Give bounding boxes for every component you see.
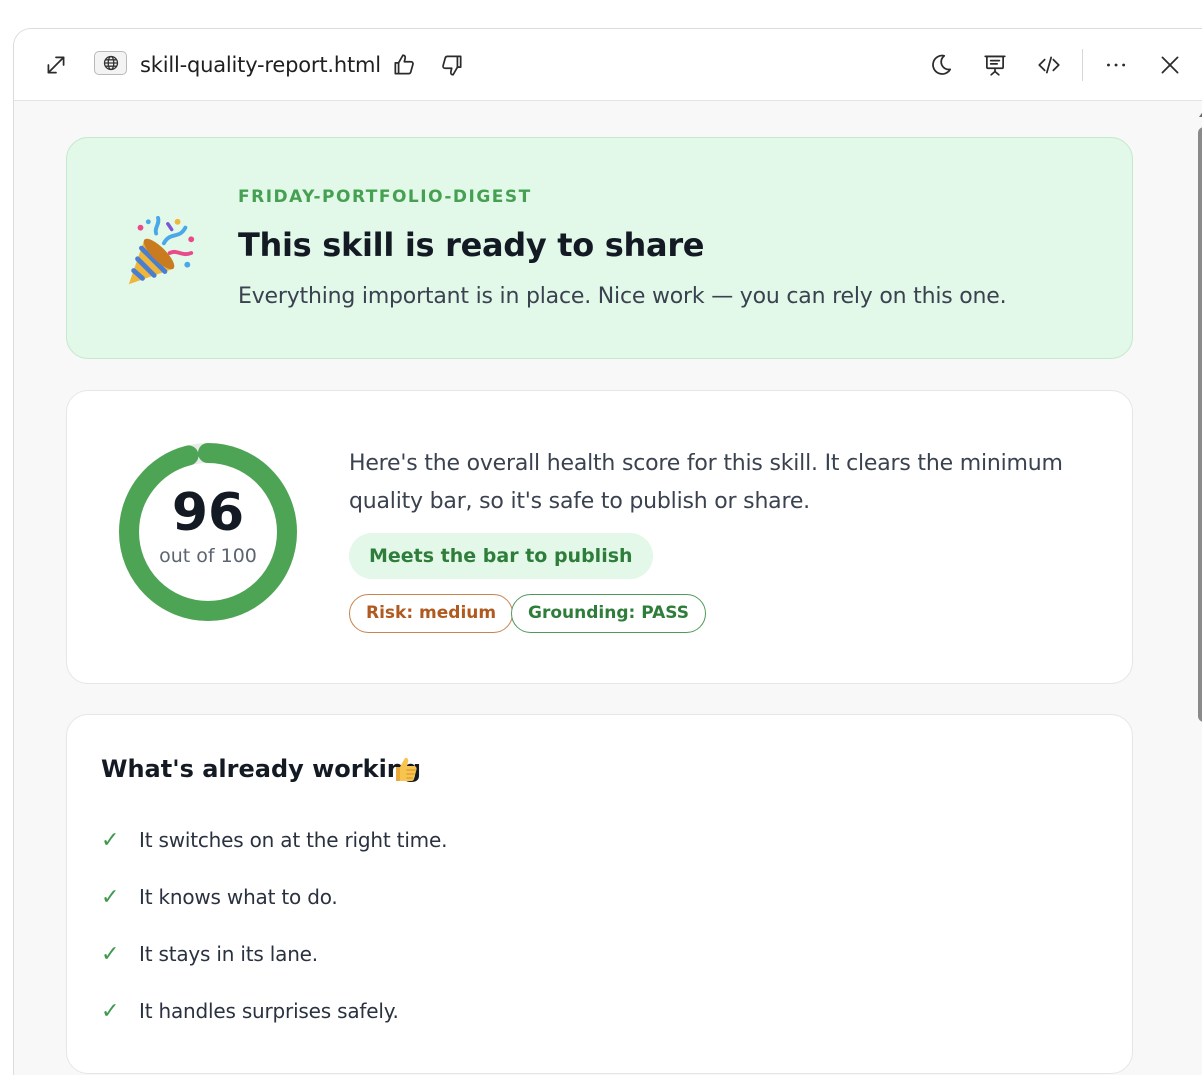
list-item: ✓ It switches on at the right time. [101, 825, 447, 855]
thumbs-up-outline-icon [394, 54, 414, 75]
skill-name: FRIDAY-PORTFOLIO-DIGEST [238, 187, 532, 207]
list-item: ✓ It stays in its lane. [101, 939, 318, 969]
code-icon [1038, 56, 1060, 74]
check-icon: ✓ [101, 827, 120, 853]
more-options-button[interactable] [1100, 49, 1132, 81]
title-bar: skill-quality-report.html [14, 29, 1202, 101]
file-title: skill-quality-report.html [140, 53, 381, 77]
banner-title: This skill is ready to share [238, 226, 705, 264]
banner-subtitle: Everything important is in place. Nice w… [238, 284, 1007, 309]
grounding-badge: Grounding: PASS [511, 594, 706, 633]
close-icon [1161, 56, 1179, 74]
toolbar-divider [1082, 49, 1083, 81]
globe-icon [103, 55, 118, 71]
expand-icon [47, 56, 65, 74]
close-button[interactable] [1154, 49, 1186, 81]
check-icon: ✓ [101, 884, 120, 910]
thumbs-down-outline-icon [442, 55, 462, 76]
list-item-text: It switches on at the right time. [139, 828, 448, 852]
more-horizontal-icon [1107, 63, 1126, 67]
thumbs-up-icon [396, 757, 417, 781]
list-item-text: It knows what to do. [139, 885, 338, 909]
check-icon: ✓ [101, 998, 120, 1024]
list-item: ✓ It knows what to do. [101, 882, 338, 912]
presentation-icon [984, 55, 1006, 76]
thumbs-up-button[interactable] [388, 49, 420, 81]
thumbs-down-button[interactable] [436, 49, 468, 81]
ready-banner: FRIDAY-PORTFOLIO-DIGEST This skill is re… [66, 137, 1133, 359]
scrollbar-thumb[interactable] [1198, 127, 1202, 722]
present-button[interactable] [979, 49, 1011, 81]
check-icon: ✓ [101, 941, 120, 967]
dark-mode-button[interactable] [925, 49, 957, 81]
score-description: Here's the overall health score for this… [349, 451, 1063, 514]
score-value: 96 [171, 483, 245, 543]
moon-icon [932, 54, 952, 75]
view-source-button[interactable] [1033, 49, 1065, 81]
score-caption: out of 100 [159, 545, 257, 567]
list-item-text: It handles surprises safely. [139, 999, 399, 1023]
list-item: ✓ It handles surprises safely. [101, 996, 399, 1026]
working-title: What's already working [101, 755, 422, 783]
site-info-button[interactable] [94, 51, 127, 75]
publish-status-badge: Meets the bar to publish [349, 533, 653, 579]
score-card: 96 out of 100 Here's the overall health … [66, 390, 1133, 684]
report-window: skill-quality-report.html FRIDAY-PORTFOL… [13, 28, 1202, 1075]
expand-button[interactable] [40, 49, 72, 81]
list-item-text: It stays in its lane. [139, 942, 318, 966]
risk-badge: Risk: medium [349, 594, 514, 633]
party-popper-icon [128, 215, 195, 285]
working-card: What's already working ✓ It switches on … [66, 714, 1133, 1074]
